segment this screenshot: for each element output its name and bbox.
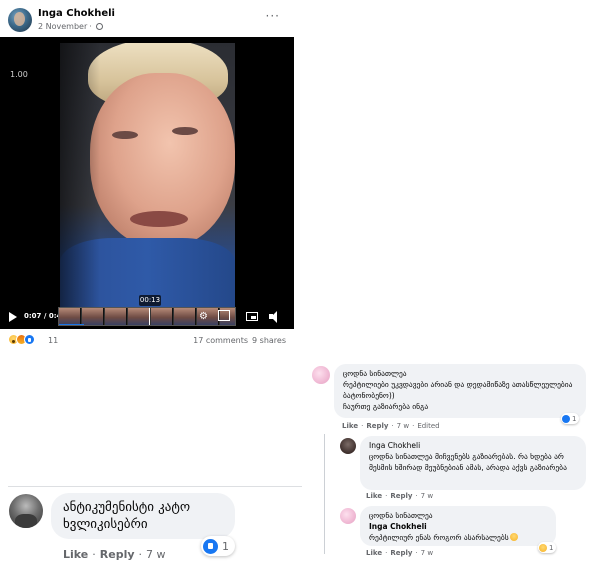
action-separator: · — [92, 548, 96, 561]
comment-text-line2: ჩაურთე გაზიარება ინგა — [343, 402, 429, 411]
meta-separator: · — [89, 22, 92, 31]
comment-reaction-badge[interactable]: 1 — [201, 536, 235, 556]
scrub-cursor[interactable] — [149, 308, 150, 325]
action-separator: · — [361, 422, 364, 430]
author-avatar[interactable] — [8, 8, 32, 32]
comment-text: ანტიკუმენისტი კატო ხვლიკისებრი — [63, 500, 191, 532]
comment-bubble: ცოდნა სინათლეა რეპტილიები უკვდავები არია… — [334, 364, 586, 418]
comment-text: ცოდნა სინათლეა მიჩვენებს გაზიარებას. რა … — [369, 452, 567, 472]
post-card: Inga Chokheli 2 November · ··· 1.00 00:1… — [0, 0, 302, 352]
commenter-avatar[interactable] — [340, 438, 356, 454]
like-button[interactable]: Like — [366, 492, 382, 500]
comment-reaction-count: 1 — [549, 543, 554, 552]
action-separator: · — [391, 422, 394, 430]
action-separator: · — [138, 548, 143, 561]
comment-mention[interactable]: Inga Chokheli — [369, 521, 547, 532]
like-icon — [203, 538, 218, 554]
comment-reaction-badge[interactable]: 1 — [538, 542, 557, 553]
scrub-preview-time: 00:13 — [139, 295, 161, 306]
commenter-avatar[interactable] — [312, 366, 330, 384]
comment-bubble: ანტიკუმენისტი კატო ხვლიკისებრი — [51, 493, 235, 539]
commenter-avatar[interactable] — [9, 494, 43, 528]
action-separator: · — [415, 549, 418, 557]
post-author[interactable]: Inga Chokheli — [38, 8, 115, 19]
action-separator: · — [415, 492, 418, 500]
like-icon — [562, 414, 570, 423]
comment-time[interactable]: 7 w — [146, 548, 166, 561]
comment-author[interactable]: ცოდნა სინათლეა — [369, 510, 547, 521]
comment-text-wrap: რეპტილიურ ენას როგორ ასარსალებს — [369, 532, 547, 543]
scrub-thumbnail — [82, 308, 104, 325]
comment-actions: Like · Reply · 7 w — [366, 549, 433, 557]
like-button[interactable]: Like — [63, 548, 88, 561]
like-icon — [24, 334, 35, 345]
settings-icon[interactable]: ⚙ — [199, 311, 208, 322]
comment-actions: Like · Reply · 7 w — [63, 548, 166, 561]
comment-reaction-count: 1 — [572, 414, 577, 423]
scrub-thumbnail — [151, 308, 173, 325]
video-subject-mouth — [130, 211, 188, 227]
video-subject-eye-right — [172, 127, 198, 135]
comment-time[interactable]: 7 w — [421, 492, 433, 500]
volume-icon[interactable] — [269, 311, 283, 323]
speed-label: 1.00 — [10, 70, 28, 79]
reply-button[interactable]: Reply — [390, 492, 412, 500]
comment-reaction-count: 1 — [222, 539, 229, 553]
shares-count[interactable]: 9 shares — [252, 336, 286, 345]
pip-icon[interactable] — [246, 312, 258, 321]
video-shadow — [60, 43, 100, 313]
reaction-icons[interactable] — [8, 334, 35, 345]
scrub-thumbnail — [105, 308, 127, 325]
laughing-emoji-icon — [509, 533, 518, 541]
reply-button[interactable]: Reply — [390, 549, 412, 557]
more-icon[interactable]: ··· — [266, 9, 280, 23]
comment-time[interactable]: 7 w — [421, 549, 433, 557]
video-scrubber[interactable] — [58, 307, 236, 326]
comment-author[interactable]: Inga Chokheli — [369, 440, 577, 451]
comments-count[interactable]: 17 comments — [193, 336, 248, 345]
thread-connector — [324, 434, 325, 554]
post-header: Inga Chokheli 2 November · ··· — [8, 7, 294, 35]
time-separator: / — [41, 312, 49, 320]
comment-actions: Like · Reply · 7 w · Edited — [342, 422, 440, 430]
play-icon[interactable] — [9, 312, 17, 322]
reaction-count[interactable]: 11 — [48, 336, 58, 345]
engagement-counts: 17 comments 9 shares — [193, 336, 286, 345]
action-separator: · — [385, 492, 388, 500]
comment-text: რეპტილიურ ენას როგორ ასარსალებს — [369, 533, 509, 542]
post-date[interactable]: 2 November — [38, 22, 87, 31]
edited-label: Edited — [417, 422, 440, 430]
comment-actions: Like · Reply · 7 w — [366, 492, 433, 500]
haha-icon — [539, 543, 547, 552]
comment-author[interactable]: ცოდნა სინათლეა — [343, 368, 577, 379]
post-meta: 2 November · — [38, 22, 103, 31]
fullscreen-icon[interactable] — [218, 310, 230, 321]
scrub-thumbnail — [174, 308, 196, 325]
action-separator: · — [412, 422, 415, 430]
reactions-bar: 11 17 comments 9 shares — [8, 334, 294, 348]
current-time: 0:07 — [24, 312, 42, 320]
divider — [8, 486, 302, 487]
comment-bubble: ცოდნა სინათლეა Inga Chokheli რეპტილიურ ე… — [360, 506, 556, 546]
video-frame[interactable] — [60, 43, 235, 313]
commenter-avatar[interactable] — [340, 508, 356, 524]
like-button[interactable]: Like — [366, 549, 382, 557]
video-player[interactable]: 1.00 00:13 0:07 / 0:49 — [0, 37, 294, 329]
scrub-thumbnail — [128, 308, 150, 325]
action-separator: · — [385, 549, 388, 557]
video-subject-eye-left — [112, 131, 138, 139]
comment-reaction-badge[interactable]: 1 — [561, 413, 580, 424]
globe-icon — [95, 23, 103, 30]
comment-thread: ცოდნა სინათლეა რეპტილიები უკვდავები არია… — [308, 358, 596, 568]
reply-button[interactable]: Reply — [100, 548, 135, 561]
scrub-progress — [59, 324, 84, 325]
comment-bubble: Inga Chokheli ცოდნა სინათლეა მიჩვენებს გ… — [360, 436, 586, 490]
like-button[interactable]: Like — [342, 422, 358, 430]
comment-text: რეპტილიები უკვდავები არიან და დედამიწაზე… — [343, 380, 573, 400]
comment-time[interactable]: 7 w — [397, 422, 409, 430]
video-controls: 0:07 / 0:49 ⚙ — [0, 306, 294, 329]
reply-button[interactable]: Reply — [366, 422, 388, 430]
